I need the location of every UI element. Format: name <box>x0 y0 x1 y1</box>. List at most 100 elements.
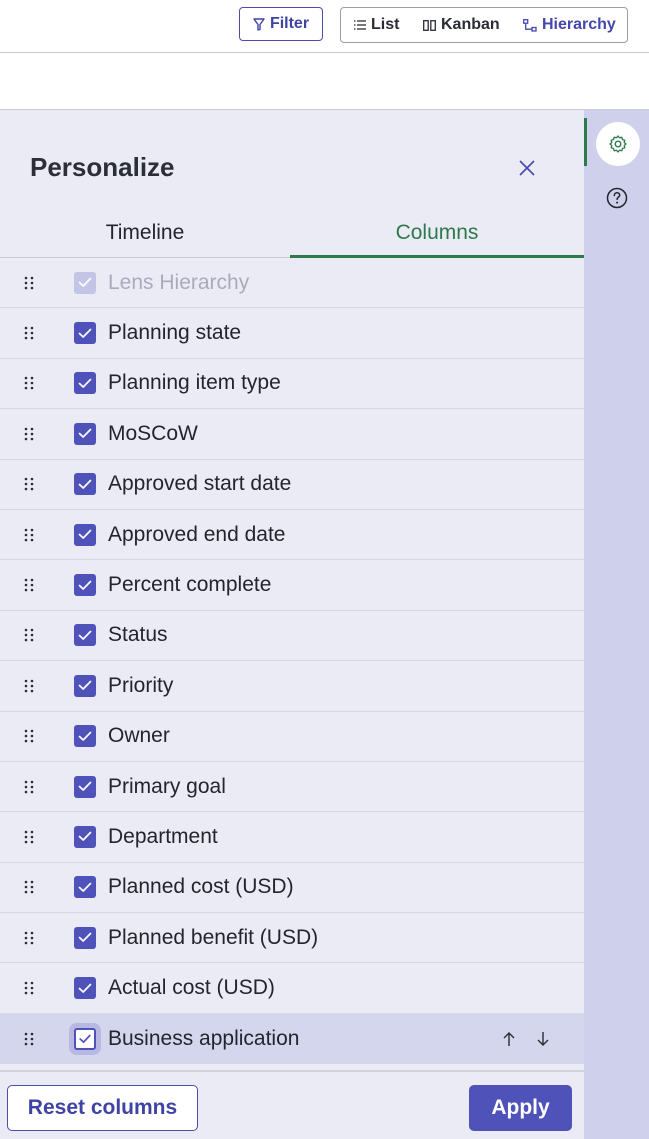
column-row[interactable]: Approved end date <box>0 510 584 561</box>
column-checkbox[interactable] <box>74 775 96 798</box>
drag-handle-icon[interactable] <box>24 628 34 642</box>
drag-handle-icon[interactable] <box>24 981 34 995</box>
column-row[interactable]: Department <box>0 812 584 863</box>
view-hierarchy-button[interactable]: Hierarchy <box>523 16 616 34</box>
filter-label: Filter <box>269 15 310 32</box>
column-row[interactable]: Percent complete <box>0 560 584 611</box>
close-icon <box>519 160 535 176</box>
column-label: Planning state <box>108 321 242 345</box>
column-row[interactable]: Planned benefit (USD) <box>0 913 584 964</box>
move-up-icon[interactable] <box>501 1030 517 1048</box>
check-icon <box>78 529 92 539</box>
column-row[interactable]: Primary goal <box>0 762 584 813</box>
column-label: Percent complete <box>108 573 272 597</box>
check-icon <box>78 731 92 741</box>
view-hierarchy-label: Hierarchy <box>542 16 616 33</box>
drag-handle-icon[interactable] <box>24 830 34 844</box>
check-icon <box>78 781 92 791</box>
column-label: Business application <box>108 1026 300 1050</box>
column-row[interactable]: Owner <box>0 712 584 762</box>
drag-handle-icon[interactable] <box>24 679 34 693</box>
header-strip <box>0 53 649 110</box>
column-row[interactable]: Business application <box>0 1013 584 1065</box>
drag-handle-icon[interactable] <box>24 880 34 894</box>
reset-columns-button[interactable]: Reset columns <box>7 1085 198 1131</box>
personalize-panel: Personalize Timeline Columns Lens Hierar… <box>0 110 584 1139</box>
column-checkbox[interactable] <box>74 1027 96 1050</box>
kanban-icon <box>423 19 436 31</box>
help-icon <box>606 187 628 209</box>
column-row[interactable]: Priority <box>0 661 584 712</box>
check-icon <box>78 378 92 388</box>
panel-footer: Reset columns Apply <box>0 1070 584 1139</box>
check-icon <box>78 832 92 842</box>
column-checkbox[interactable] <box>74 523 96 546</box>
drag-handle-icon[interactable] <box>24 780 34 794</box>
panel-title: Personalize <box>30 152 175 182</box>
column-row[interactable]: Planned cost (USD) <box>0 863 584 914</box>
filter-button[interactable]: Filter <box>239 7 323 41</box>
column-checkbox[interactable] <box>74 926 96 949</box>
column-checkbox[interactable] <box>74 876 96 899</box>
column-checkbox[interactable] <box>74 825 96 848</box>
check-icon <box>78 932 92 943</box>
column-checkbox[interactable] <box>74 977 96 1000</box>
column-label: Department <box>108 824 218 848</box>
check-icon <box>78 277 92 288</box>
rail-active-indicator <box>584 118 587 166</box>
hierarchy-icon <box>523 18 537 32</box>
settings-button[interactable] <box>596 122 640 166</box>
column-checkbox[interactable] <box>74 473 96 496</box>
column-row[interactable]: Actual cost (USD) <box>0 963 584 1014</box>
drag-handle-icon[interactable] <box>24 931 34 945</box>
column-label: Status <box>108 623 168 647</box>
check-icon <box>78 983 92 993</box>
check-icon <box>78 680 92 691</box>
drag-handle-icon[interactable] <box>24 276 34 290</box>
column-checkbox[interactable] <box>74 674 96 697</box>
column-row[interactable]: Lens Hierarchy <box>0 258 584 309</box>
view-list-button[interactable]: List <box>354 16 399 34</box>
side-rail <box>584 110 649 1139</box>
column-label: Actual cost (USD) <box>108 976 275 1000</box>
column-checkbox[interactable] <box>74 322 96 345</box>
view-switcher: List Kanban Hierarchy <box>340 7 628 43</box>
view-list-label: List <box>371 16 400 33</box>
drag-handle-icon[interactable] <box>24 578 34 592</box>
check-icon <box>78 429 92 439</box>
move-down-icon[interactable] <box>535 1030 551 1048</box>
column-label: Planned cost (USD) <box>108 875 294 899</box>
column-checkbox[interactable] <box>74 372 96 395</box>
column-row[interactable]: Planning state <box>0 308 584 359</box>
close-button[interactable] <box>516 157 538 179</box>
column-label: Owner <box>108 724 170 748</box>
column-row[interactable]: Approved start date <box>0 460 584 510</box>
drag-handle-icon[interactable] <box>24 427 34 441</box>
list-icon <box>354 20 366 30</box>
drag-handle-icon[interactable] <box>24 326 34 340</box>
column-label: Planned benefit (USD) <box>108 925 319 949</box>
check-icon <box>78 882 92 892</box>
drag-handle-icon[interactable] <box>24 376 34 390</box>
help-button[interactable] <box>605 186 629 210</box>
gear-icon <box>609 135 627 153</box>
view-kanban-button[interactable]: Kanban <box>423 16 500 34</box>
drag-handle-icon[interactable] <box>24 729 34 743</box>
tab-columns[interactable]: Columns <box>290 218 584 258</box>
column-checkbox[interactable] <box>74 725 96 748</box>
columns-list: Lens Hierarchy Planning state Planning ite… <box>0 258 584 1065</box>
apply-button[interactable]: Apply <box>469 1085 572 1131</box>
check-icon <box>78 580 92 590</box>
column-checkbox[interactable] <box>74 624 96 647</box>
drag-handle-icon[interactable] <box>24 1032 34 1046</box>
drag-handle-icon[interactable] <box>24 477 34 491</box>
column-checkbox[interactable] <box>74 422 96 445</box>
column-label: Approved end date <box>108 522 286 546</box>
column-checkbox[interactable] <box>74 574 96 597</box>
column-row[interactable]: Planning item type <box>0 359 584 410</box>
column-row[interactable]: MoSCoW <box>0 409 584 460</box>
column-row[interactable]: Status <box>0 611 584 662</box>
check-icon <box>78 328 92 338</box>
drag-handle-icon[interactable] <box>24 528 34 542</box>
tab-timeline[interactable]: Timeline <box>0 218 290 258</box>
